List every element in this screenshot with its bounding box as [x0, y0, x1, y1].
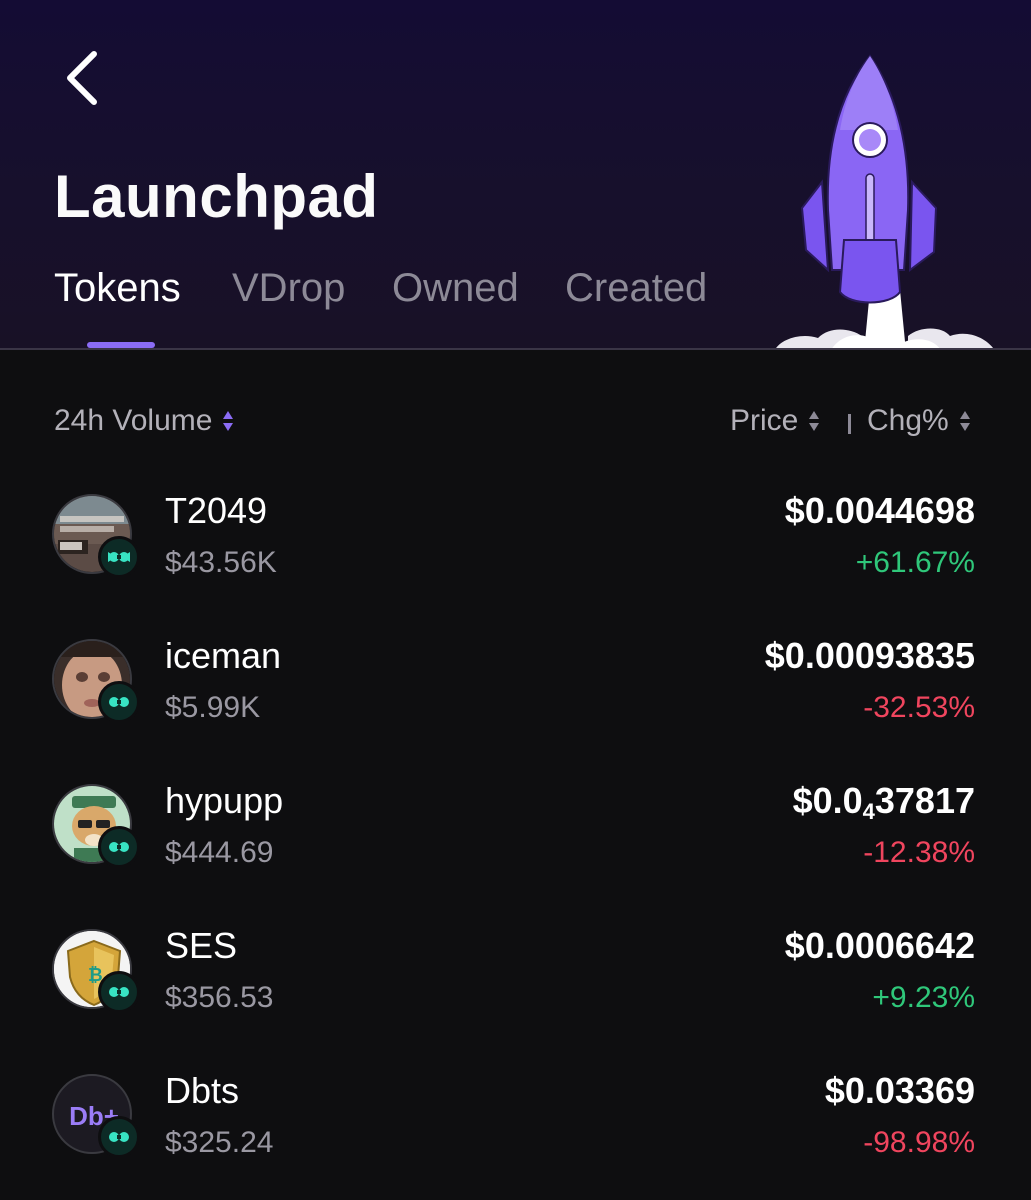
token-volume: $325.24 — [165, 1126, 274, 1159]
token-row[interactable]: T2049 $43.56K $0.0044698 +61.67% — [0, 470, 1031, 600]
page-title: Launchpad — [54, 163, 379, 230]
tab-created[interactable]: Created — [565, 266, 707, 311]
token-row[interactable]: hypupp $444.69 $0.0437817 -12.38% — [0, 760, 1031, 890]
token-volume: $5.99K — [165, 691, 261, 724]
token-name: iceman — [165, 635, 282, 676]
infinity-icon — [109, 842, 129, 852]
header-divider — [0, 348, 1031, 350]
list-header: 24h Volume Price Chg% — [0, 400, 1031, 448]
column-separator — [848, 414, 851, 434]
sort-arrows-icon — [809, 411, 820, 431]
token-row[interactable]: ₿ SES $356.53 $0.0006642 +9.23% — [0, 905, 1031, 1035]
sort-change[interactable]: Chg% — [867, 404, 971, 438]
chain-badge — [98, 536, 140, 578]
sort-arrows-active-icon — [223, 411, 234, 431]
volume-sort-label: 24h Volume — [54, 404, 213, 437]
token-change: +9.23% — [872, 981, 975, 1014]
token-volume: $43.56K — [165, 546, 277, 579]
infinity-icon — [109, 1132, 129, 1142]
token-price: $0.0044698 — [784, 490, 975, 531]
token-volume: $444.69 — [165, 836, 274, 869]
infinity-icon — [108, 552, 130, 562]
price-sort-label: Price — [730, 404, 799, 437]
token-avatar-wrap — [52, 639, 140, 723]
token-change: -98.98% — [863, 1126, 975, 1159]
chain-badge — [98, 1116, 140, 1158]
chain-badge — [98, 681, 140, 723]
token-avatar-wrap — [52, 784, 140, 868]
infinity-icon — [109, 987, 129, 997]
token-avatar-wrap — [52, 494, 140, 578]
rocket-illustration — [775, 54, 995, 350]
token-avatar-wrap: ₿ — [52, 929, 140, 1013]
token-price: $0.0437817 — [793, 780, 975, 825]
tab-owned[interactable]: Owned — [392, 266, 519, 311]
chain-badge — [98, 826, 140, 868]
token-volume: $356.53 — [165, 981, 274, 1014]
chain-badge — [98, 971, 140, 1013]
change-sort-label: Chg% — [867, 404, 949, 437]
token-price: $0.0006642 — [784, 925, 975, 966]
token-avatar-wrap: Db+ — [52, 1074, 140, 1158]
sort-price[interactable]: Price — [730, 404, 820, 438]
sort-volume[interactable]: 24h Volume — [54, 404, 234, 438]
token-row[interactable]: Db+ Dbts $325.24 $0.03369 -98.98% — [0, 1050, 1031, 1180]
token-price-zero-count: 4 — [862, 799, 875, 824]
token-price-suffix: 37817 — [874, 780, 975, 821]
token-name: hypupp — [165, 780, 284, 821]
tab-tokens[interactable]: Tokens — [54, 266, 181, 311]
infinity-icon — [109, 697, 129, 707]
token-name: SES — [165, 925, 238, 966]
back-button[interactable] — [58, 48, 114, 112]
token-change: -32.53% — [863, 691, 975, 724]
token-row[interactable]: iceman $5.99K $0.00093835 -32.53% — [0, 615, 1031, 745]
token-change: -12.38% — [863, 836, 975, 869]
token-price-prefix: $0.0 — [792, 780, 863, 821]
token-price: $0.00093835 — [764, 635, 975, 676]
token-name: T2049 — [165, 490, 268, 531]
chevron-left-icon — [67, 51, 97, 105]
sort-arrows-icon — [959, 411, 970, 431]
tab-vdrop[interactable]: VDrop — [232, 266, 345, 311]
tab-bar: Tokens VDrop Owned Created — [0, 266, 760, 350]
header: Launchpad Tokens VDrop Owned Created — [0, 0, 1031, 350]
token-price: $0.03369 — [824, 1070, 975, 1111]
token-name: Dbts — [165, 1070, 240, 1111]
token-change: +61.67% — [855, 546, 975, 579]
